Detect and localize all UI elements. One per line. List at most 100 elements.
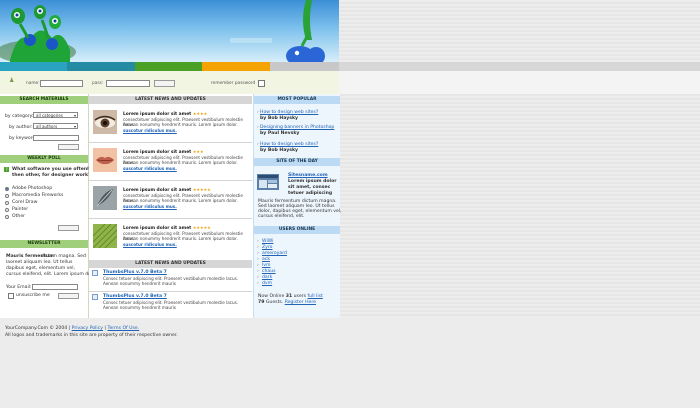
login-bar: ♟ name: pass: remember password [0,71,339,94]
popular-link[interactable]: How to design web sites? [260,142,318,147]
site-desc-2: sit amet, consec [288,185,331,190]
news-link[interactable]: suscotur ridiculus mus. [123,204,177,209]
vote-button[interactable] [58,225,79,231]
terms-of-use-link[interactable]: Terms Of Use. [107,326,139,331]
footer-line-2: All logos and trademarks in this site ar… [5,333,178,338]
left-column: SEARCH MATERIALS by category: all catego… [0,94,98,318]
full-list-link[interactable]: full list [308,294,323,299]
guests-summary: 79 Guests. Register Here [258,300,316,305]
users-online-header: USERS ONLINE [254,226,340,234]
guests-count: 79 [258,300,265,305]
user-link[interactable]: chaus [262,269,276,274]
newsletter-text-3: dapibus eget, elementum vel, [6,266,75,271]
banner-illustration [0,0,325,62]
popular-author: by Paul Nevsky [260,131,300,136]
online-prefix: Now Online [258,294,285,299]
popular-author: by Bob Haysky [260,116,299,121]
footer-separator: | [104,326,106,331]
news-link[interactable]: suscotur ridiculus mus. [123,242,177,247]
site-text-4: cursus eleifend, elit. [258,214,305,219]
divider [89,180,252,181]
unsubscribe-label: unsuscribe me [16,293,50,298]
poll-option-2: Corel Draw [12,200,38,205]
author-select[interactable]: all authors [33,123,78,130]
site-of-day-header: SITE OF THE DAY [254,158,340,166]
user-link[interactable]: WiWi [262,239,273,244]
poll-radio-2[interactable] [5,201,9,205]
footer-line-1: YourCompany.Com © 2004 | Privacy Policy … [5,326,139,331]
subscribe-button[interactable] [58,293,79,299]
poll-question-2: then other, for designer work? [12,173,91,178]
poll-radio-3[interactable] [5,208,9,212]
pass-label: pass: [92,81,104,86]
keyword-input[interactable] [33,135,79,141]
by-category-label: by category: [5,114,34,119]
newsletter-text-4: cursus eleifend, elit. Lorem ipsum dolor… [6,272,98,277]
news-line-2: Aenean nonummy hendrerit mauris. Lorem i… [123,236,238,241]
feather-thumbnail [93,186,117,210]
copyright-text: YourCompany.Com © 2004 | [5,326,71,331]
header-banner [0,0,339,62]
news-line-2: Aenean nonummy hendrerit mauris. Lorem i… [123,122,238,127]
question-icon: ? [4,167,9,172]
register-link[interactable]: Register Here [285,300,316,305]
latest-news-header-2: LATEST NEWS AND UPDATES [89,260,252,268]
remember-label: remember password [211,81,256,86]
search-header: SEARCH MATERIALS [0,96,88,104]
login-bar-extension [339,71,700,94]
user-link[interactable]: lvm [262,263,270,268]
download-title[interactable]: ThumbsPlus v.7.0 Beta 7 [103,270,167,275]
rating-stars: ★★★ [192,149,204,154]
rating-stars: ★★★★★ [192,225,211,230]
newsletter-text-1: dictum magna. Sed [41,254,86,259]
guests-word: Guests. [265,300,284,305]
header-bar-extension [339,62,700,71]
privacy-policy-link[interactable]: Privacy Policy [72,326,103,331]
user-link[interactable]: ameroyard [262,251,287,256]
user-icon: ♟ [9,77,15,84]
login-button[interactable] [154,80,175,87]
eye-thumbnail [93,110,117,134]
divider [89,218,252,219]
password-input[interactable] [106,80,150,87]
popular-author: by Bob Haysky [260,148,299,153]
background-stripes [339,0,700,318]
user-link[interactable]: Zyro [262,245,272,250]
poll-radio-1[interactable] [5,194,9,198]
search-button[interactable] [58,144,79,150]
popular-link[interactable]: Designing banners in Photoshop [260,125,334,130]
latest-news-header: LATEST NEWS AND UPDATES [89,96,252,104]
site-of-day-link[interactable]: Sitesname.com [288,173,328,178]
popular-link[interactable]: How to design web sites? [260,110,318,115]
poll-option-3: Painter [12,207,29,212]
divider [89,142,252,143]
news-line-2: Aenean nonummy hendrerit mauris. Lorem i… [123,198,238,203]
poll-radio-4[interactable] [5,215,9,219]
download-title[interactable]: ThumbsPlus v.7.0 Beta 7 [103,294,167,299]
user-link[interactable]: ack [262,257,270,262]
by-author-label: by author: [9,125,33,130]
unsubscribe-checkbox[interactable] [8,293,14,299]
most-popular-header: MOST POPULAR [254,96,340,104]
newsletter-email-input[interactable] [32,284,78,290]
news-link[interactable]: suscotur ridiculus mus. [123,166,177,171]
name-input[interactable] [40,80,83,87]
download-line-2: Aenean nonummy hendrerit mauris [103,281,176,286]
news-link[interactable]: suscotur ridiculus mus. [123,128,177,133]
color-bar [0,62,339,71]
category-select[interactable]: all categories [33,112,78,119]
poll-header: WEEKLY POLL [0,155,88,163]
poll-radio-0[interactable] [5,187,9,191]
program-icon [92,294,98,300]
user-link[interactable]: dvm [262,281,272,286]
poll-question-1: What software you use oftenly [12,167,92,172]
name-label: name: [26,81,40,86]
news-line-2: Aenean nonummy hendrerit mauris. Lorem i… [123,160,238,165]
remember-checkbox[interactable] [258,80,265,87]
online-summary: Now Online 31 users full list [258,294,323,299]
header-search-bar [230,38,272,43]
user-link[interactable]: dark [262,275,272,280]
online-users-word: users [293,294,307,299]
program-icon [92,270,98,276]
email-label: Your Email: [6,285,32,290]
